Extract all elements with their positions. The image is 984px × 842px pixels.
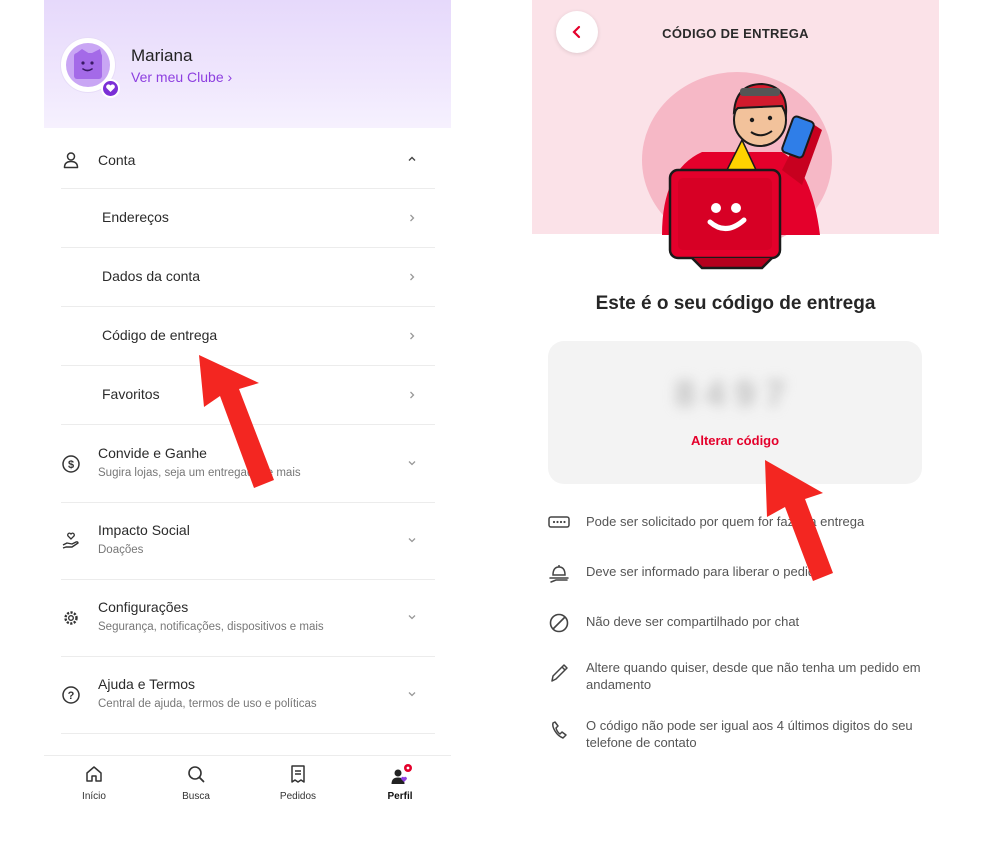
menu-help[interactable]: ? Ajuda e Termos Central de ajuda, termo… — [61, 656, 435, 734]
avatar[interactable] — [61, 38, 120, 98]
club-heart-badge — [101, 79, 120, 98]
help-icon: ? — [62, 686, 80, 704]
menu-settings-subtitle: Segurança, notificações, dispositivos e … — [98, 621, 324, 633]
code-heading: Este é o seu código de entrega — [595, 293, 876, 314]
svg-text:?: ? — [68, 690, 75, 702]
submenu-favorites-label: Favoritos — [102, 386, 160, 402]
chevron-down-icon — [408, 692, 416, 697]
menu-account[interactable]: Conta — [61, 130, 435, 189]
nav-orders-label: Pedidos — [279, 791, 317, 802]
submenu-addresses[interactable]: Endereços — [61, 189, 435, 248]
menu-social-impact[interactable]: Impacto Social Doações — [61, 502, 435, 580]
change-code-button[interactable]: Alterar código — [548, 433, 922, 448]
chevron-down-icon — [408, 461, 416, 466]
nav-profile-label: Perfil — [387, 791, 413, 802]
code-card: 8497 Alterar código — [548, 341, 922, 484]
menu-settings-title: Configurações — [98, 599, 189, 615]
chevron-right-icon — [410, 332, 415, 340]
bell-hand-icon — [549, 565, 569, 583]
chevron-right-icon — [410, 214, 415, 222]
info-text: O código não pode ser igual aos 4 último… — [586, 718, 913, 750]
menu-help-subtitle: Central de ajuda, termos de uso e políti… — [98, 698, 317, 710]
delivery-code-screen: CÓDIGO DE ENTREGA Este é o seu código de… — [532, 0, 939, 842]
nav-profile[interactable]: Perfil — [350, 756, 450, 811]
hero-banner: CÓDIGO DE ENTREGA — [532, 0, 939, 270]
chevron-right-icon — [410, 391, 415, 399]
chevron-down-icon — [408, 538, 416, 543]
submenu-addresses-label: Endereços — [102, 209, 169, 225]
submenu-account-data[interactable]: Dados da conta — [61, 248, 435, 307]
profile-name: Mariana — [131, 46, 193, 65]
menu-social-impact-subtitle: Doações — [98, 544, 144, 556]
nav-home-label: Início — [82, 791, 106, 802]
gear-icon — [64, 611, 78, 625]
profile-header: Mariana Ver meu Clube › — [44, 0, 451, 128]
user-icon — [63, 152, 79, 169]
receipt-icon — [291, 765, 305, 783]
info-text: Não deve ser compartilhado por chat — [586, 614, 800, 629]
chevron-right-icon — [410, 273, 415, 281]
search-icon — [188, 766, 205, 783]
submenu-delivery-code-label: Código de entrega — [102, 327, 218, 343]
courier-illustration — [642, 72, 832, 270]
forbidden-icon — [549, 613, 569, 633]
nav-search[interactable]: Busca — [146, 756, 246, 811]
club-link[interactable]: Ver meu Clube › — [131, 69, 232, 85]
chevron-up-icon — [408, 156, 416, 161]
home-icon — [86, 766, 102, 782]
profile-screen: Mariana Ver meu Clube › Conta Endereços … — [44, 0, 451, 842]
menu-account-title: Conta — [98, 152, 136, 168]
nav-search-label: Busca — [182, 791, 210, 802]
delivery-code-value: 8497 — [674, 373, 796, 414]
menu-help-title: Ajuda e Termos — [98, 676, 196, 692]
pencil-icon — [551, 664, 568, 682]
annotation-arrow — [199, 355, 274, 488]
chevron-down-icon — [408, 615, 416, 620]
keypad-icon — [548, 516, 570, 528]
submenu-account-data-label: Dados da conta — [102, 268, 201, 284]
annotation-arrow — [765, 460, 833, 581]
nav-home[interactable]: Início — [44, 756, 144, 811]
dollar-coin-icon: $ — [62, 455, 80, 473]
info-text: Altere quando quiser, desde que não tenh… — [586, 660, 921, 692]
menu-social-impact-title: Impacto Social — [98, 522, 190, 538]
phone-icon — [552, 721, 567, 739]
hand-heart-icon — [62, 532, 79, 549]
profile-icon — [391, 764, 412, 784]
nav-orders[interactable]: Pedidos — [248, 756, 348, 811]
bottom-nav: Início Busca Pedidos Perfil — [44, 755, 451, 811]
menu-settings[interactable]: Configurações Segurança, notificações, d… — [61, 579, 435, 657]
screen-title: CÓDIGO DE ENTREGA — [662, 26, 809, 41]
svg-text:$: $ — [68, 459, 74, 471]
